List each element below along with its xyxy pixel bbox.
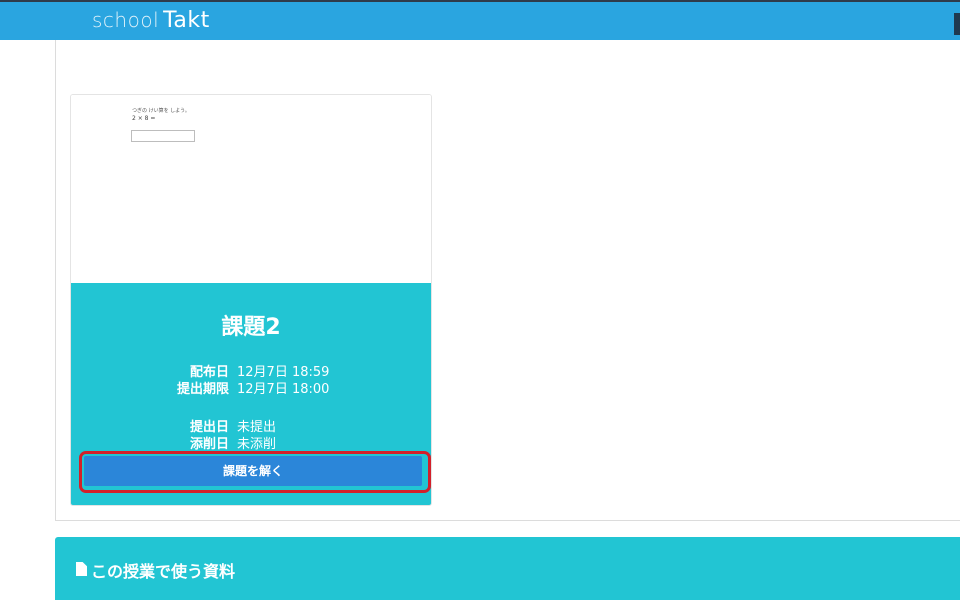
deadline-row: 提出期限 12月7日 18:00: [71, 378, 431, 397]
navbar-edge-element: [954, 13, 960, 35]
preview-instruction: つぎの けい算を しよう。: [132, 108, 190, 114]
deadline-label: 提出期限: [176, 382, 229, 397]
logo-school-text: school: [92, 8, 160, 32]
highlight-frame: [79, 451, 431, 493]
assignment-preview[interactable]: つぎの けい算を しよう。 2 × 8 =: [71, 95, 431, 283]
top-navbar: school Takt: [0, 2, 960, 40]
materials-title: この授業で使う資料: [91, 562, 236, 581]
preview-expression: 2 × 8 =: [132, 115, 156, 122]
assignment-title: 課題2: [221, 315, 281, 340]
document-icon: [76, 562, 87, 576]
deadline-value: 12月7日 18:00: [237, 382, 330, 397]
preview-answer-box: [131, 130, 195, 142]
submitted-row: 提出日 未提出: [71, 416, 431, 435]
corrected-label: 添削日: [189, 437, 229, 452]
corrected-value: 未添削: [237, 437, 277, 452]
logo-takt-text: Takt: [163, 8, 210, 33]
assignment-card: つぎの けい算を しよう。 2 × 8 = 課題2 配布日 12月7日 18:5…: [70, 94, 432, 506]
distributed-row: 配布日 12月7日 18:59: [71, 361, 431, 380]
materials-section-header[interactable]: この授業で使う資料: [55, 537, 960, 600]
corrected-row: 添削日 未添削: [71, 433, 431, 452]
schooltakt-logo[interactable]: school Takt: [92, 8, 210, 33]
